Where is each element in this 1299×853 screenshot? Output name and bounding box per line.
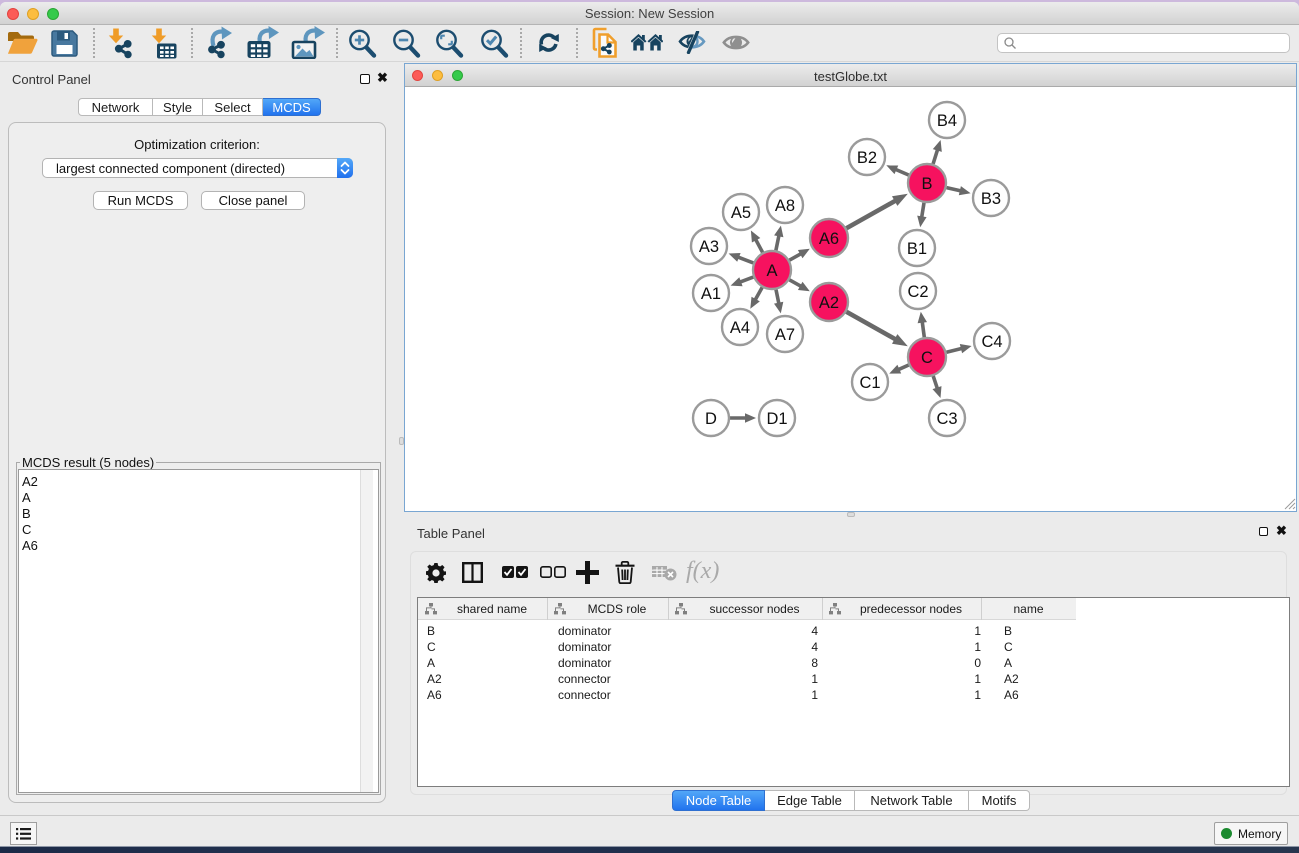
svg-text:D: D — [705, 410, 717, 428]
svg-text:A6: A6 — [819, 230, 839, 248]
svg-text:C2: C2 — [907, 283, 928, 301]
svg-text:B2: B2 — [857, 149, 877, 167]
svg-text:A1: A1 — [701, 285, 721, 303]
svg-text:A: A — [766, 262, 777, 280]
svg-text:A5: A5 — [731, 204, 751, 222]
svg-text:C4: C4 — [981, 333, 1002, 351]
svg-text:D1: D1 — [766, 410, 787, 428]
svg-text:A4: A4 — [730, 319, 750, 337]
svg-text:A8: A8 — [775, 197, 795, 215]
svg-text:B3: B3 — [981, 190, 1001, 208]
svg-text:B4: B4 — [937, 112, 957, 130]
svg-text:C: C — [921, 349, 933, 367]
svg-text:A7: A7 — [775, 326, 795, 344]
svg-text:C3: C3 — [936, 410, 957, 428]
svg-text:A2: A2 — [819, 294, 839, 312]
svg-text:A3: A3 — [699, 238, 719, 256]
svg-text:C1: C1 — [859, 374, 880, 392]
svg-text:B1: B1 — [907, 240, 927, 258]
svg-text:B: B — [921, 175, 932, 193]
